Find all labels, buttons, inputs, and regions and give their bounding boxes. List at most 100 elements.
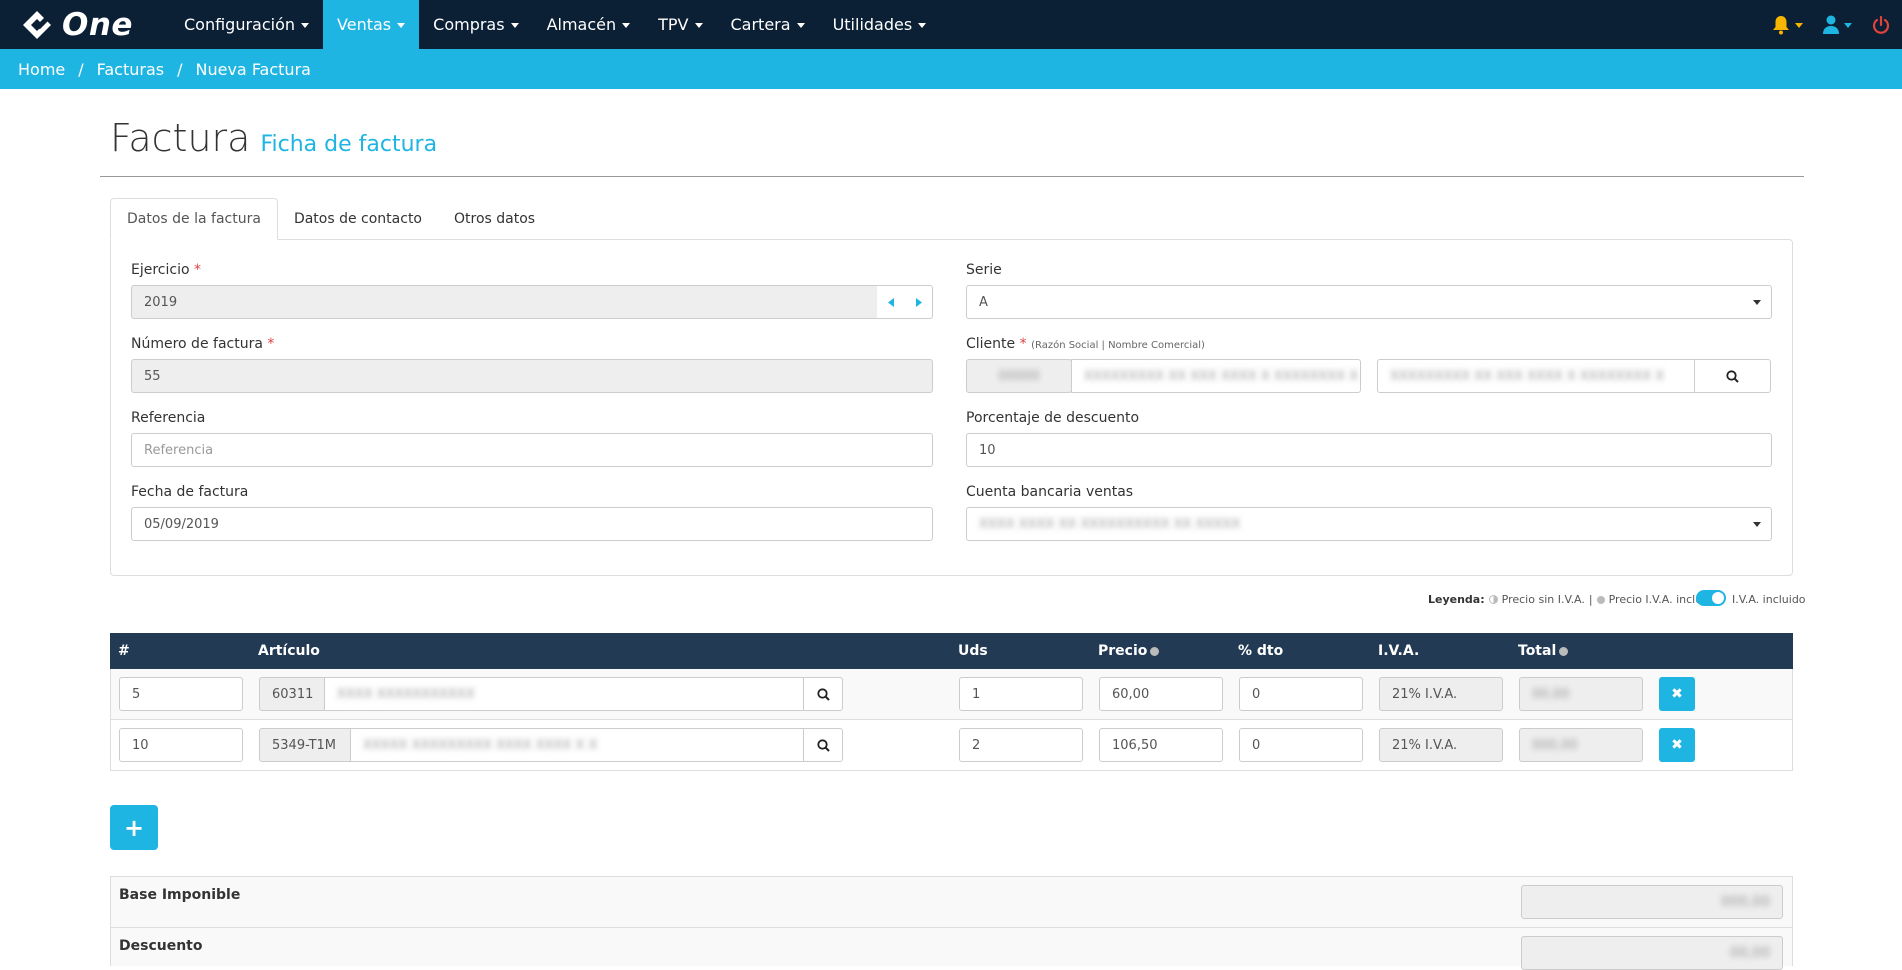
iva-field[interactable]: 21% I.V.A. — [1379, 677, 1503, 711]
lines-table-header: # Artículo Uds Precio % dto I.V.A. Total — [110, 633, 1793, 669]
brand[interactable]: One — [0, 7, 170, 43]
tab-datos-contacto[interactable]: Datos de contacto — [278, 198, 438, 240]
article-desc-field[interactable]: XXXX XXXXXXXXXXX — [324, 677, 804, 711]
cliente-code: 00000 — [998, 368, 1040, 384]
menu-label: Utilidades — [832, 15, 913, 34]
page-title: Factura Ficha de factura — [110, 116, 437, 160]
total-field: 00,00 — [1519, 677, 1643, 711]
menu-almacen[interactable]: Almacén — [533, 0, 645, 49]
menu-ventas[interactable]: Ventas — [323, 0, 420, 49]
menu-utilidades[interactable]: Utilidades — [819, 0, 941, 49]
tab-datos-factura[interactable]: Datos de la factura — [110, 198, 278, 240]
uds-input[interactable]: 1 — [959, 677, 1083, 711]
price-type-dot-icon — [1559, 646, 1569, 656]
close-icon: ✖ — [1671, 737, 1683, 753]
user-menu-button[interactable] — [1813, 0, 1862, 49]
breadcrumb-current: Nueva Factura — [195, 59, 311, 79]
menu-label: Cartera — [730, 15, 791, 34]
serie-label: Serie — [966, 262, 1002, 278]
numero-field[interactable]: 55 — [131, 359, 933, 393]
user-icon — [1823, 15, 1839, 34]
table-row: 5 60311 XXXX XXXXXXXXXXX 1 60,00 0 21% I… — [110, 669, 1793, 720]
descuento-total-value: 00,00 — [1729, 945, 1770, 961]
half-circle-icon — [1488, 595, 1498, 604]
totals-descuento-row: Descuento 00,00 — [110, 927, 1793, 970]
totals-base-row: Base Imponible 000,00 — [110, 876, 1793, 928]
base-imponible-field: 000,00 — [1521, 885, 1783, 919]
article-search-button[interactable] — [803, 728, 843, 762]
cuenta-select[interactable]: XXXX XXXX XX XXXXXXXXXX XX XXXXX — [966, 507, 1772, 541]
cliente-search-button[interactable] — [1694, 359, 1771, 393]
iva-included-toggle[interactable] — [1696, 590, 1726, 606]
search-icon — [817, 738, 830, 752]
dto-input[interactable]: 0 — [1239, 677, 1363, 711]
prev-year-button[interactable] — [877, 285, 905, 319]
cliente-search-value: XXXXXXXXX XX XXX XXXX X XXXXXXXX X — [1390, 368, 1665, 384]
ejercicio-label: Ejercicio * — [131, 262, 201, 278]
col-precio: Precio — [1098, 643, 1160, 659]
article-code-field[interactable]: 5349-T1M — [259, 728, 351, 762]
descuento-value: 10 — [979, 442, 996, 458]
fecha-label: Fecha de factura — [131, 484, 249, 500]
legend-separator: | — [1588, 593, 1593, 606]
caret-left-icon — [888, 297, 894, 307]
legend-sin-iva: Precio sin I.V.A. — [1501, 593, 1585, 606]
power-icon — [1872, 15, 1890, 34]
cliente-name-field[interactable]: XXXXXXXXX XX XXX XXXX X XXXXXXXX X — [1071, 359, 1361, 393]
caret-down-icon — [1795, 23, 1803, 28]
cliente-code-field[interactable]: 00000 — [966, 359, 1072, 393]
precio-input[interactable]: 106,50 — [1099, 728, 1223, 762]
article-desc-field[interactable]: XXXXX XXXXXXXXX XXXX XXXX X X — [350, 728, 804, 762]
cliente-name: XXXXXXXXX XX XXX XXXX X XXXXXXXX X — [1084, 368, 1359, 384]
line-num-input[interactable]: 5 — [119, 677, 243, 711]
notifications-button[interactable] — [1762, 0, 1813, 49]
tab-bar: Datos de la factura Datos de contacto Ot… — [110, 198, 551, 240]
menu-tpv[interactable]: TPV — [644, 0, 716, 49]
cliente-search-input[interactable]: XXXXXXXXX XX XXX XXXX X XXXXXXXX X — [1377, 359, 1695, 393]
brand-name: One — [62, 6, 133, 43]
numero-label: Número de factura * — [131, 336, 275, 352]
line-num-input[interactable]: 10 — [119, 728, 243, 762]
precio-input[interactable]: 60,00 — [1099, 677, 1223, 711]
select-caret-icon — [1753, 300, 1761, 305]
article-search-button[interactable] — [803, 677, 843, 711]
iva-field[interactable]: 21% I.V.A. — [1379, 728, 1503, 762]
base-imponible-value: 000,00 — [1721, 894, 1770, 910]
top-navbar: One Configuración Ventas Compras Almacén… — [0, 0, 1902, 49]
search-icon — [1726, 369, 1739, 383]
total-field: 000,00 — [1519, 728, 1643, 762]
menu-compras[interactable]: Compras — [419, 0, 532, 49]
breadcrumb-home[interactable]: Home — [18, 60, 65, 79]
add-line-button[interactable]: + — [110, 805, 158, 850]
delete-line-button[interactable]: ✖ — [1659, 677, 1695, 711]
caret-right-icon — [915, 297, 922, 307]
dto-input[interactable]: 0 — [1239, 728, 1363, 762]
caret-down-icon — [796, 23, 805, 28]
cuenta-label: Cuenta bancaria ventas — [966, 484, 1134, 500]
delete-line-button[interactable]: ✖ — [1659, 728, 1695, 762]
brand-logo-icon — [23, 10, 52, 39]
numero-value: 55 — [144, 368, 161, 384]
page-title-main: Factura — [110, 116, 251, 160]
fecha-input[interactable]: 05/09/2019 — [131, 507, 933, 541]
iva-toggle-label: I.V.A. incluido — [1732, 593, 1806, 606]
referencia-input[interactable]: Referencia — [131, 433, 933, 467]
nav-right — [1762, 0, 1902, 49]
breadcrumb-facturas[interactable]: Facturas — [97, 60, 164, 79]
tab-otros-datos[interactable]: Otros datos — [438, 198, 551, 240]
next-year-button[interactable] — [905, 285, 933, 319]
breadcrumb-separator: / — [177, 59, 183, 79]
col-iva: I.V.A. — [1378, 643, 1420, 659]
serie-select[interactable]: A — [966, 285, 1772, 319]
logout-button[interactable] — [1862, 0, 1902, 49]
descuento-input[interactable]: 10 — [966, 433, 1772, 467]
menu-configuracion[interactable]: Configuración — [170, 0, 323, 49]
menu-cartera[interactable]: Cartera — [717, 0, 819, 49]
legend-title: Leyenda: — [1428, 593, 1485, 606]
invoice-form-panel: Ejercicio * 2019 Número de factura * 55 … — [110, 239, 1793, 576]
ejercicio-field[interactable]: 2019 — [131, 285, 879, 319]
article-code-field[interactable]: 60311 — [259, 677, 325, 711]
menu-label: Ventas — [337, 15, 392, 34]
uds-input[interactable]: 2 — [959, 728, 1083, 762]
breadcrumb-separator: / — [78, 59, 84, 79]
